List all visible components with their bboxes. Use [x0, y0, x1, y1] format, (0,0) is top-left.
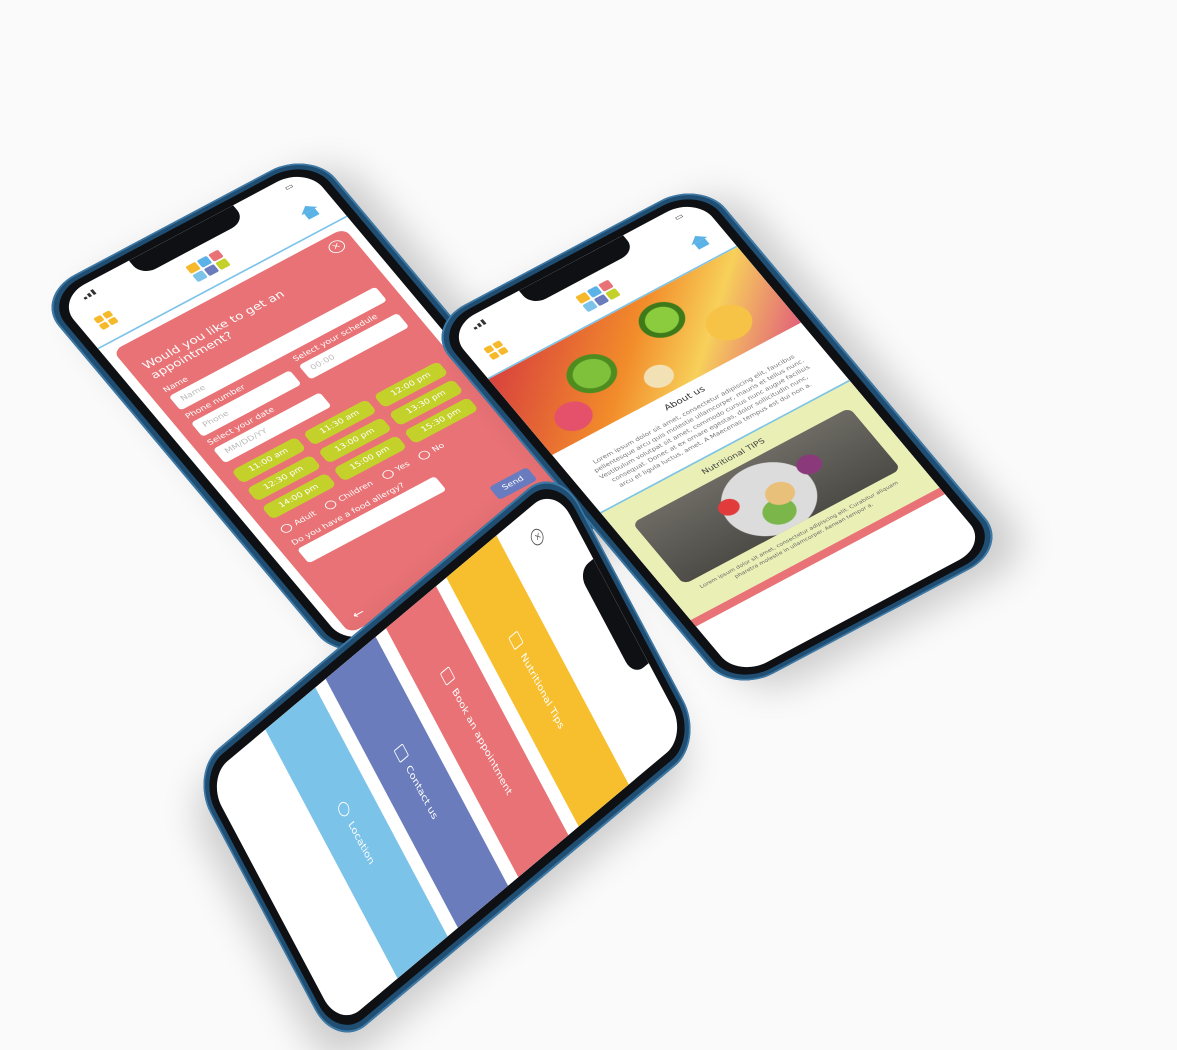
- radio-icon: [278, 522, 295, 535]
- home-icon[interactable]: [686, 231, 713, 252]
- calendar-icon: [439, 665, 456, 686]
- battery-icon: ▭: [672, 212, 686, 223]
- menu-item-label: Book an appointment: [450, 685, 515, 798]
- app-logo: [574, 279, 621, 313]
- mockup-scene: ▭ × Would you like to get an appointment…: [0, 0, 1177, 1050]
- menu-grid-icon[interactable]: [483, 340, 509, 361]
- app-logo: [184, 249, 231, 283]
- signal-icon: [81, 288, 97, 300]
- signal-icon: [471, 318, 487, 330]
- menu-item-label: Location: [346, 818, 377, 867]
- location-pin-icon: [335, 798, 352, 819]
- lightbulb-icon: [508, 630, 524, 651]
- no-option[interactable]: No: [416, 441, 447, 462]
- menu-item-label: Nutritional Tips: [518, 650, 567, 732]
- radio-icon: [323, 498, 339, 511]
- menu-grid-icon[interactable]: [93, 310, 119, 331]
- adult-label: Adult: [292, 510, 319, 528]
- menu-item-label: Contact us: [403, 762, 441, 822]
- radio-icon: [380, 468, 396, 481]
- back-arrow-icon[interactable]: ←: [349, 606, 368, 622]
- battery-icon: ▭: [282, 182, 296, 193]
- mail-icon: [393, 742, 409, 763]
- home-icon[interactable]: [296, 201, 323, 222]
- yes-label: Yes: [393, 460, 413, 474]
- no-label: No: [430, 441, 447, 455]
- radio-icon: [416, 448, 433, 462]
